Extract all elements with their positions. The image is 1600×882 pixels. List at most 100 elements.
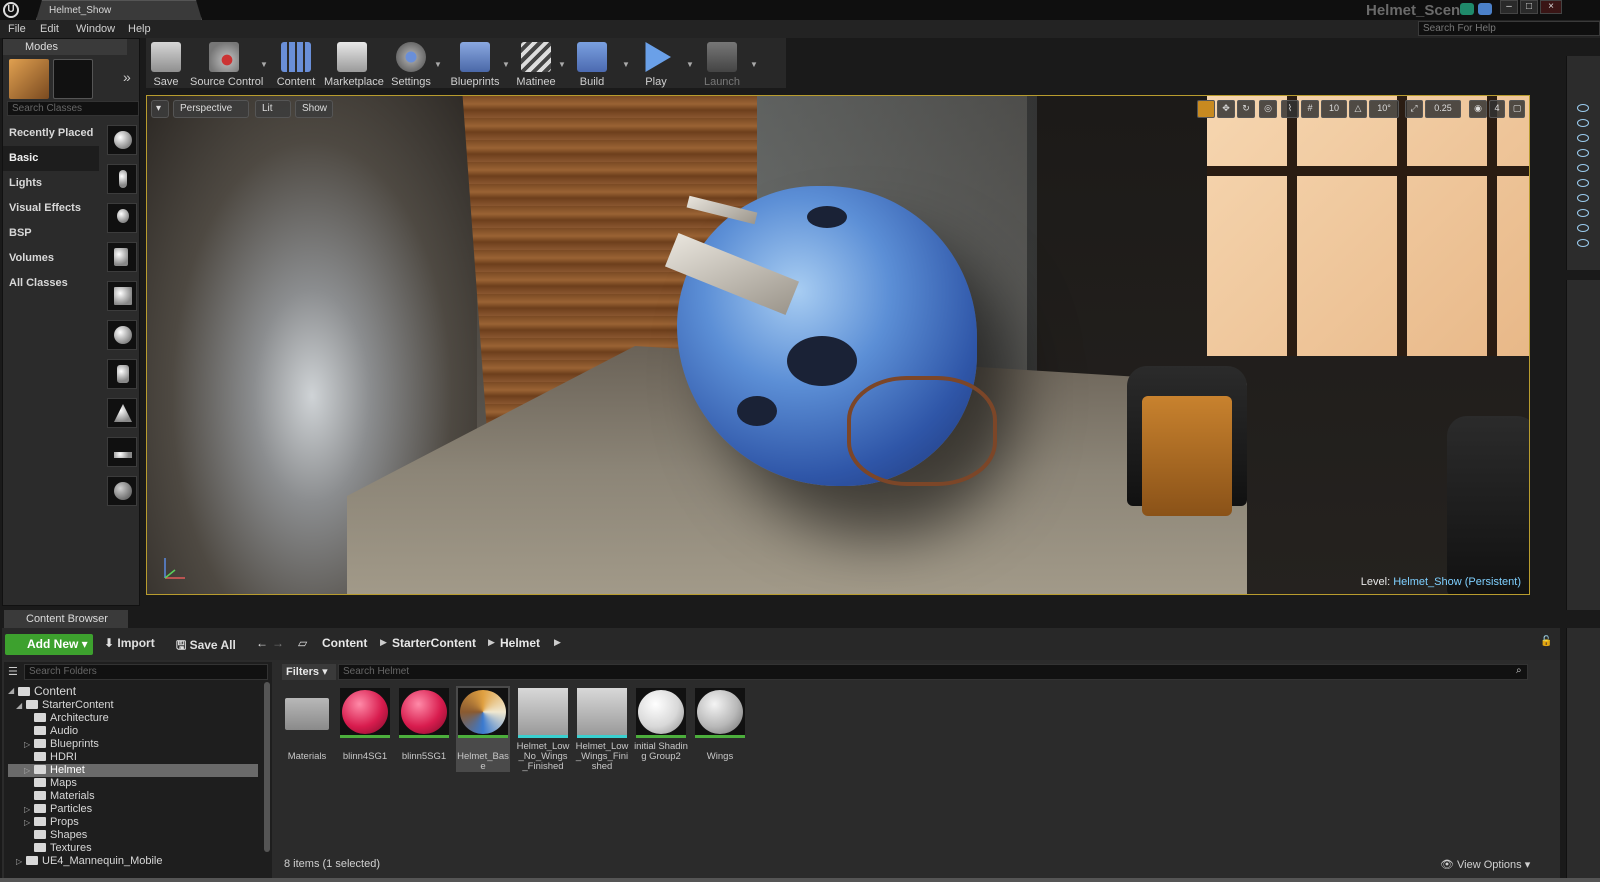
minimize-button[interactable]: –: [1500, 0, 1518, 14]
level-viewport[interactable]: ▾ Perspective Lit Show ✥ ↻ ◎ ⌇ # 10 △ 10…: [146, 95, 1530, 595]
save-all-button[interactable]: 🖫 Save All: [176, 636, 236, 657]
filters-button[interactable]: Filters ▾: [282, 664, 336, 680]
tree-item-maps[interactable]: Maps: [34, 777, 77, 790]
category-basic[interactable]: Basic: [3, 146, 99, 171]
notification-icon[interactable]: [1460, 3, 1474, 15]
breadcrumb-separator-icon[interactable]: ▶: [554, 637, 561, 648]
asset-tile[interactable]: Helmet_Low_Wings_Finished: [575, 686, 629, 772]
feedback-icon[interactable]: [1478, 3, 1492, 15]
save-button[interactable]: Save: [148, 38, 184, 88]
play-button[interactable]: Play: [638, 38, 674, 88]
visibility-eye-icon[interactable]: [1577, 209, 1589, 217]
play-dropdown-icon[interactable]: ▼: [686, 60, 694, 69]
visibility-eye-icon[interactable]: [1577, 149, 1589, 157]
tree-item-shapes[interactable]: Shapes: [34, 829, 87, 842]
breadcrumb-startercontent[interactable]: StarterContent: [392, 636, 476, 650]
tree-item-audio[interactable]: Audio: [34, 725, 78, 738]
visibility-eye-icon[interactable]: [1577, 119, 1589, 127]
asset-tile[interactable]: Materials: [280, 686, 334, 762]
plane-icon[interactable]: [107, 437, 137, 467]
asset-tile[interactable]: blinn5SG1: [397, 686, 451, 762]
tree-item-startercontent[interactable]: ◢ StarterContent: [16, 699, 114, 712]
unreal-logo-icon[interactable]: U: [3, 2, 19, 18]
breadcrumb-helmet[interactable]: Helmet: [500, 636, 540, 650]
category-all-classes[interactable]: All Classes: [3, 271, 99, 296]
cylinder-icon[interactable]: [107, 359, 137, 389]
breadcrumb-separator-icon[interactable]: ▶: [488, 637, 495, 648]
asset-tile[interactable]: Wings: [693, 686, 747, 762]
maximize-button[interactable]: □: [1520, 0, 1538, 14]
folder-tree-scrollbar[interactable]: [264, 682, 270, 852]
scale-snap-icon[interactable]: ⤢: [1405, 100, 1423, 118]
tree-item-props[interactable]: ▷ Props: [24, 816, 79, 829]
search-icon[interactable]: ⌕: [1516, 665, 1522, 676]
tree-item-helmet[interactable]: ▷ Helmet: [8, 764, 258, 777]
grid-snap-value[interactable]: 10: [1321, 100, 1347, 118]
sphere-icon[interactable]: [107, 320, 137, 350]
asset-tile[interactable]: Helmet_Base: [456, 686, 510, 772]
visibility-eye-icon[interactable]: [1577, 224, 1589, 232]
scale-snap-value[interactable]: 0.25: [1425, 100, 1461, 118]
category-recently-placed[interactable]: Recently Placed: [3, 121, 99, 146]
history-forward-icon[interactable]: →: [272, 636, 284, 650]
rotation-snap-value[interactable]: 10°: [1369, 100, 1399, 118]
settings-dropdown-icon[interactable]: ▼: [434, 60, 442, 69]
viewport-options-button[interactable]: ▾: [151, 100, 169, 118]
rotate-icon[interactable]: ↻: [1237, 100, 1255, 118]
close-button[interactable]: ×: [1540, 0, 1562, 14]
launch-button[interactable]: Launch: [702, 38, 742, 88]
cone-icon[interactable]: [107, 398, 137, 428]
build-button[interactable]: Build: [574, 38, 610, 88]
source-control-button[interactable]: Source Control: [190, 38, 263, 88]
category-visual-effects[interactable]: Visual Effects: [3, 196, 99, 221]
view-options-button[interactable]: 👁 View Options ▾: [1440, 858, 1530, 871]
toggle-sources-icon[interactable]: ☰: [8, 665, 18, 678]
document-tab[interactable]: Helmet_Show: [36, 0, 202, 20]
surface-snap-icon[interactable]: ⌇: [1281, 100, 1299, 118]
breadcrumb-separator-icon[interactable]: ▶: [380, 637, 387, 648]
lit-button[interactable]: Lit: [255, 100, 291, 118]
tree-item-materials[interactable]: Materials: [34, 790, 95, 803]
empty-actor-icon[interactable]: [107, 125, 137, 155]
import-button[interactable]: ⬇ Import: [104, 636, 155, 650]
category-volumes[interactable]: Volumes: [3, 246, 99, 271]
breadcrumb-content[interactable]: Content: [322, 636, 367, 650]
tree-item-architecture[interactable]: Architecture: [34, 712, 109, 725]
menu-edit[interactable]: Edit: [40, 23, 59, 35]
history-back-icon[interactable]: ←: [256, 636, 268, 650]
help-search-input[interactable]: Search For Help: [1418, 21, 1600, 36]
rotation-snap-icon[interactable]: △: [1349, 100, 1367, 118]
marketplace-button[interactable]: Marketplace: [324, 38, 384, 88]
cube-icon[interactable]: [107, 281, 137, 311]
add-new-button[interactable]: Add New ▾: [5, 634, 93, 655]
trigger-sphere-icon[interactable]: [107, 476, 137, 506]
world-local-icon[interactable]: ◎: [1259, 100, 1277, 118]
search-classes-input[interactable]: Search Classes: [7, 101, 139, 116]
category-bsp[interactable]: BSP: [3, 221, 99, 246]
search-folders-input[interactable]: Search Folders: [24, 664, 268, 680]
content-browser-tab[interactable]: Content Browser: [4, 610, 128, 628]
settings-button[interactable]: Settings: [390, 38, 432, 88]
content-button[interactable]: Content: [274, 38, 318, 88]
matinee-button[interactable]: Matinee: [516, 38, 556, 88]
asset-tile[interactable]: Helmet_Low_No_Wings_Finished: [516, 686, 570, 772]
launch-dropdown-icon[interactable]: ▼: [750, 60, 758, 69]
select-mode-icon[interactable]: [1197, 100, 1215, 118]
character-icon[interactable]: [107, 164, 137, 194]
player-start-icon[interactable]: [107, 242, 137, 272]
expand-modes-icon[interactable]: »: [123, 69, 131, 85]
maximize-viewport-icon[interactable]: ▢: [1509, 100, 1525, 118]
matinee-dropdown-icon[interactable]: ▼: [558, 60, 566, 69]
build-dropdown-icon[interactable]: ▼: [622, 60, 630, 69]
modes-tab[interactable]: Modes: [3, 39, 127, 55]
visibility-eye-icon[interactable]: [1577, 179, 1589, 187]
tree-item-ue4-mannequin-mobile[interactable]: ▷ UE4_Mannequin_Mobile: [16, 855, 162, 868]
asset-tile[interactable]: blinn4SG1: [338, 686, 392, 762]
tree-item-content[interactable]: ◢ Content: [8, 684, 76, 698]
translate-icon[interactable]: ✥: [1217, 100, 1235, 118]
tree-item-particles[interactable]: ▷ Particles: [24, 803, 92, 816]
show-button[interactable]: Show: [295, 100, 333, 118]
perspective-button[interactable]: Perspective: [173, 100, 249, 118]
search-assets-input[interactable]: Search Helmet: [338, 664, 1528, 680]
visibility-eye-icon[interactable]: [1577, 134, 1589, 142]
